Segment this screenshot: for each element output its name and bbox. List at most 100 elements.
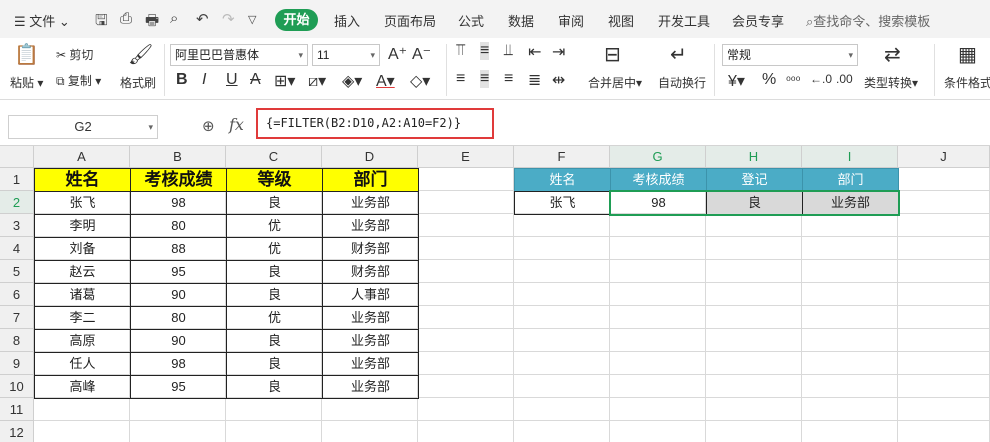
grid-cell[interactable] bbox=[610, 283, 706, 306]
grid-cell[interactable] bbox=[418, 398, 514, 421]
grid-cell[interactable] bbox=[514, 306, 610, 329]
table-cell[interactable]: 良 bbox=[226, 375, 323, 399]
border-icon[interactable]: ⊞▾ bbox=[274, 71, 295, 91]
grid-cell[interactable] bbox=[514, 329, 610, 352]
align-middle-icon[interactable]: ≡ bbox=[480, 42, 490, 60]
result-cell[interactable]: 良 bbox=[706, 191, 803, 215]
table-cell[interactable]: 业务部 bbox=[322, 306, 419, 330]
align-center-icon[interactable]: ≡ bbox=[480, 70, 490, 88]
grid-cell[interactable] bbox=[610, 352, 706, 375]
tab-review[interactable]: 审阅 bbox=[558, 11, 584, 30]
table-cell[interactable]: 高峰 bbox=[34, 375, 131, 399]
grid-cell[interactable] bbox=[418, 306, 514, 329]
grid-cell[interactable] bbox=[802, 260, 898, 283]
grid-cell[interactable] bbox=[514, 283, 610, 306]
row-header-8[interactable]: 8 bbox=[0, 329, 34, 352]
table-cell[interactable]: 刘备 bbox=[34, 237, 131, 261]
font-color-icon[interactable]: A▾ bbox=[376, 71, 395, 91]
table-header-cell[interactable]: 部门 bbox=[322, 168, 419, 192]
table-cell[interactable]: 98 bbox=[130, 191, 227, 215]
undo-icon[interactable]: ↶ bbox=[196, 10, 209, 28]
column-header-g[interactable]: G bbox=[610, 146, 706, 168]
result-cell[interactable]: 98 bbox=[610, 191, 707, 215]
table-cell[interactable]: 80 bbox=[130, 214, 227, 238]
grid-cell[interactable] bbox=[514, 421, 610, 442]
grid-cell[interactable] bbox=[418, 214, 514, 237]
print-icon[interactable]: 🖶 bbox=[145, 10, 159, 35]
decrease-font-icon[interactable]: A⁻ bbox=[412, 44, 431, 64]
grid-cell[interactable] bbox=[802, 398, 898, 421]
table-header-cell[interactable]: 姓名 bbox=[34, 168, 131, 192]
column-header-h[interactable]: H bbox=[706, 146, 802, 168]
table-cell[interactable]: 高原 bbox=[34, 329, 131, 353]
grid-cell[interactable] bbox=[514, 352, 610, 375]
italic-icon[interactable]: I bbox=[202, 71, 206, 89]
paste-icon[interactable]: 📋 bbox=[14, 42, 39, 67]
font-size-select[interactable]: 11 ▾ bbox=[312, 44, 380, 66]
column-header-d[interactable]: D bbox=[322, 146, 418, 168]
font-name-select[interactable]: 阿里巴巴普惠体 ▾ bbox=[170, 44, 308, 66]
row-header-2[interactable]: 2 bbox=[0, 191, 34, 214]
table-cell[interactable]: 任人 bbox=[34, 352, 131, 376]
tab-data[interactable]: 数据 bbox=[508, 11, 534, 30]
increase-font-icon[interactable]: A⁺ bbox=[388, 44, 407, 64]
grid-cell[interactable] bbox=[610, 260, 706, 283]
grid-cell[interactable] bbox=[322, 398, 418, 421]
grid-cell[interactable] bbox=[514, 398, 610, 421]
column-header-j[interactable]: J bbox=[898, 146, 990, 168]
tab-developer[interactable]: 开发工具 bbox=[658, 11, 710, 30]
align-right-icon[interactable]: ≡ bbox=[504, 70, 513, 88]
more-chevron-icon[interactable]: ▽ bbox=[248, 13, 256, 26]
table-cell[interactable]: 良 bbox=[226, 283, 323, 307]
grid-cell[interactable] bbox=[898, 283, 990, 306]
grid-cell[interactable] bbox=[898, 375, 990, 398]
grid-cell[interactable] bbox=[898, 398, 990, 421]
grid-cell[interactable] bbox=[706, 421, 802, 442]
align-left-icon[interactable]: ≡ bbox=[456, 70, 465, 88]
column-header-e[interactable]: E bbox=[418, 146, 514, 168]
grid-cell[interactable] bbox=[610, 306, 706, 329]
table-cell[interactable]: 优 bbox=[226, 306, 323, 330]
cut-button[interactable]: ✂ 剪切 bbox=[56, 46, 93, 63]
bold-icon[interactable]: B bbox=[176, 71, 188, 89]
grid-cell[interactable] bbox=[418, 168, 514, 191]
table-cell[interactable]: 业务部 bbox=[322, 375, 419, 399]
percent-icon[interactable]: % bbox=[762, 71, 776, 89]
row-header-4[interactable]: 4 bbox=[0, 237, 34, 260]
row-header-10[interactable]: 10 bbox=[0, 375, 34, 398]
grid-cell[interactable] bbox=[706, 352, 802, 375]
grid-cell[interactable] bbox=[514, 214, 610, 237]
column-header-f[interactable]: F bbox=[514, 146, 610, 168]
formula-input[interactable]: {=FILTER(B2:D10,A2:A10=F2)} bbox=[256, 108, 494, 139]
grid-cell[interactable] bbox=[706, 329, 802, 352]
row-header-6[interactable]: 6 bbox=[0, 283, 34, 306]
grid-cell[interactable] bbox=[802, 421, 898, 442]
grid-cell[interactable] bbox=[898, 214, 990, 237]
justify-icon[interactable]: ≣ bbox=[528, 70, 541, 90]
grid-cell[interactable] bbox=[706, 398, 802, 421]
currency-icon[interactable]: ¥▾ bbox=[728, 71, 745, 91]
grid-cell[interactable] bbox=[130, 421, 226, 442]
grid-cell[interactable] bbox=[898, 329, 990, 352]
result-header-cell[interactable]: 登记 bbox=[706, 168, 803, 192]
table-cell[interactable]: 业务部 bbox=[322, 191, 419, 215]
column-header-b[interactable]: B bbox=[130, 146, 226, 168]
row-header-1[interactable]: 1 bbox=[0, 168, 34, 191]
tab-insert[interactable]: 插入 bbox=[334, 11, 360, 30]
indent-icon[interactable]: ⇥ bbox=[552, 42, 565, 62]
grid-cell[interactable] bbox=[706, 283, 802, 306]
result-header-cell[interactable]: 考核成绩 bbox=[610, 168, 707, 192]
fill-color-icon[interactable]: ◈▾ bbox=[342, 71, 362, 91]
table-cell[interactable]: 98 bbox=[130, 352, 227, 376]
table-cell[interactable]: 李二 bbox=[34, 306, 131, 330]
grid-cell[interactable] bbox=[610, 398, 706, 421]
column-header-a[interactable]: A bbox=[34, 146, 130, 168]
result-header-cell[interactable]: 姓名 bbox=[514, 168, 611, 192]
grid-cell[interactable] bbox=[706, 214, 802, 237]
table-cell[interactable]: 业务部 bbox=[322, 329, 419, 353]
result-header-cell[interactable]: 部门 bbox=[802, 168, 899, 192]
clear-format-icon[interactable]: ◇▾ bbox=[410, 71, 430, 91]
table-cell[interactable]: 业务部 bbox=[322, 352, 419, 376]
outdent-icon[interactable]: ⇤ bbox=[528, 42, 541, 62]
grid-cell[interactable] bbox=[226, 398, 322, 421]
